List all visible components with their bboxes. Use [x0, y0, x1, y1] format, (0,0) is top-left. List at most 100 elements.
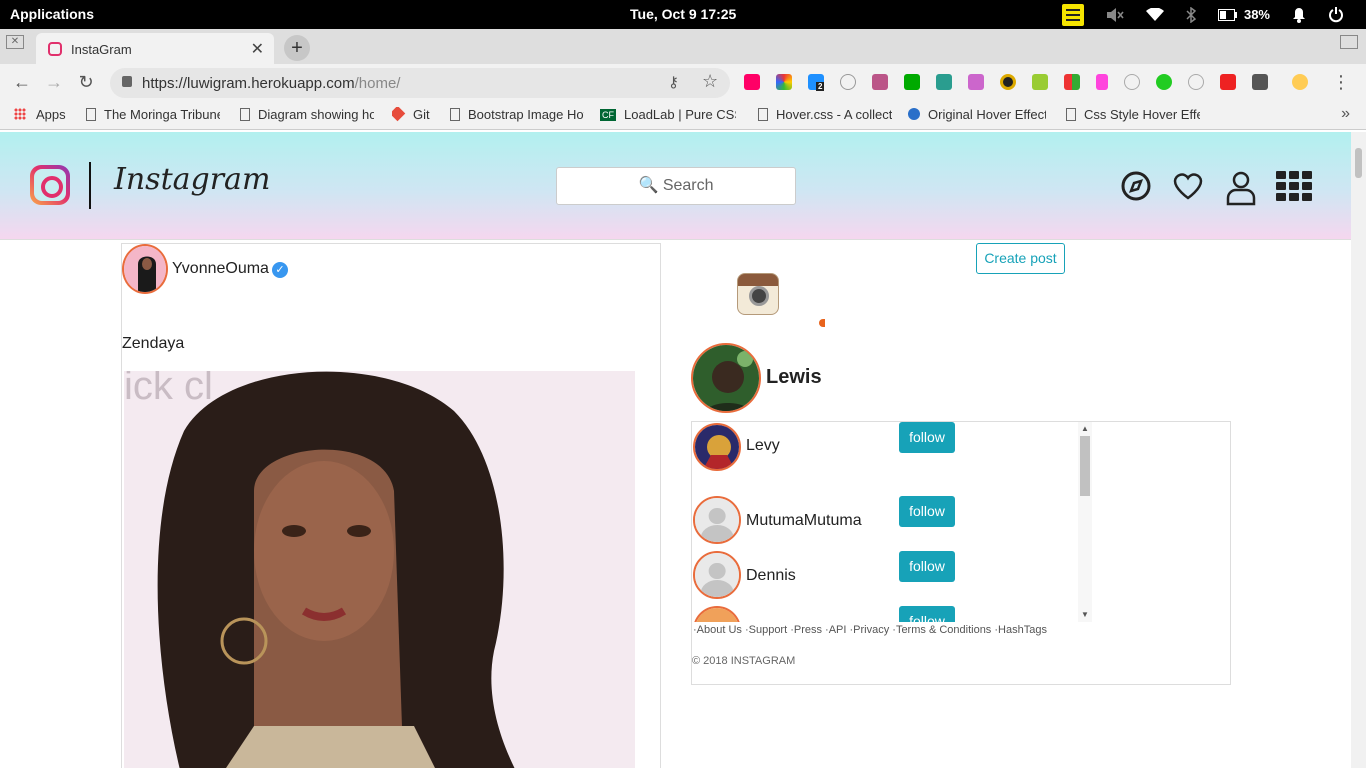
follow-button[interactable]: follow	[899, 606, 955, 622]
extension-icon[interactable]	[776, 74, 792, 90]
list-scroll-thumb[interactable]	[1080, 436, 1090, 496]
post-username[interactable]: YvonneOuma	[172, 260, 269, 278]
logo-divider	[89, 162, 91, 209]
extension-icon[interactable]	[1096, 74, 1108, 90]
bookmarks-overflow-icon[interactable]: »	[1341, 105, 1350, 123]
extension-icon[interactable]: 2	[808, 74, 825, 91]
bookmark-item[interactable]: The Moringa Tribune	[86, 107, 220, 122]
extension-icon[interactable]	[1032, 74, 1048, 90]
extension-icon[interactable]	[744, 74, 760, 90]
footer-links[interactable]: ·About Us ·Support ·Press ·API ·Privacy …	[693, 624, 1047, 636]
applications-menu[interactable]: Applications	[10, 6, 94, 22]
extension-icon[interactable]	[1124, 74, 1140, 90]
forward-arrow-icon[interactable]: →	[42, 70, 66, 94]
list-item: Levy follow	[692, 422, 1082, 472]
sticky-notes-icon[interactable]	[1061, 3, 1084, 26]
bookmark-item[interactable]: Hover.css - A collect	[758, 107, 892, 122]
back-arrow-icon[interactable]: ←	[10, 70, 34, 94]
tab-close-icon[interactable]: ✕	[251, 39, 264, 59]
compass-icon[interactable]	[1120, 170, 1152, 202]
bell-icon[interactable]	[1292, 7, 1306, 23]
wifi-icon[interactable]	[1145, 7, 1164, 22]
user-icon[interactable]	[1225, 170, 1257, 206]
bookmark-item[interactable]: Git	[392, 107, 430, 122]
scroll-up-icon[interactable]: ▲	[1081, 424, 1089, 433]
bookmark-apps[interactable]: Apps	[14, 107, 66, 122]
bookmark-label: Bootstrap Image Hov	[468, 107, 584, 122]
extension-icon[interactable]	[1000, 74, 1016, 90]
extension-icon[interactable]	[904, 74, 920, 90]
extension-icon[interactable]	[1252, 74, 1268, 90]
clock[interactable]: Tue, Oct 9 17:25	[630, 6, 736, 22]
bookmark-label: Hover.css - A collect	[776, 107, 892, 122]
heart-icon[interactable]	[1172, 170, 1204, 202]
list-item: Dennis follow	[692, 551, 1082, 601]
extension-icon[interactable]	[968, 74, 984, 90]
decorative-dot	[819, 319, 825, 327]
extension-icon[interactable]	[936, 74, 952, 90]
extension-icon[interactable]	[872, 74, 888, 90]
bookmark-item[interactable]: Css Style Hover Effe	[1066, 107, 1200, 122]
extension-icon[interactable]	[1156, 74, 1172, 90]
extension-icon[interactable]	[840, 74, 856, 90]
chrome-menu-icon[interactable]: ⋮	[1332, 72, 1350, 93]
create-post-button[interactable]: Create post	[976, 243, 1065, 274]
list-item: MutumaMutuma follow	[692, 496, 1082, 546]
battery-percent: 38%	[1243, 7, 1270, 22]
verified-badge-icon: ✓	[272, 262, 288, 278]
window-restore-icon[interactable]	[1340, 35, 1358, 49]
page-icon	[86, 108, 96, 121]
scroll-down-icon[interactable]: ▼	[1081, 610, 1089, 619]
site-header: Instagram 🔍 Search	[0, 132, 1351, 240]
suggestion-avatar[interactable]	[693, 496, 741, 544]
volume-muted-icon[interactable]	[1106, 7, 1124, 23]
suggestion-avatar[interactable]	[693, 423, 741, 471]
battery-icon[interactable]: 38%	[1217, 7, 1270, 22]
extension-icon[interactable]	[1064, 74, 1080, 90]
post-avatar[interactable]	[122, 244, 168, 294]
lock-icon	[122, 76, 132, 87]
bookmark-item[interactable]: Original Hover Effect	[908, 107, 1046, 122]
suggestions-list[interactable]: Levy follow MutumaMutuma follow Dennis f…	[692, 422, 1092, 622]
bookmark-star-icon[interactable]: ☆	[702, 71, 718, 92]
bookmark-item[interactable]: Bootstrap Image Hov	[450, 107, 584, 122]
emoji-extension-icon[interactable]	[1292, 74, 1308, 90]
bookmark-item[interactable]: Diagram showing how	[240, 107, 374, 122]
page-scroll-thumb[interactable]	[1355, 148, 1362, 178]
cf-icon: CF	[600, 109, 616, 121]
suggestion-avatar[interactable]	[693, 551, 741, 599]
bluetooth-icon[interactable]	[1186, 6, 1196, 23]
brand-wordmark[interactable]: Instagram	[114, 162, 270, 197]
key-icon[interactable]: ⚷	[668, 73, 679, 91]
post-image[interactable]: ick cl	[124, 371, 635, 768]
suggestions-panel: Levy follow MutumaMutuma follow Dennis f…	[691, 421, 1231, 685]
url-text[interactable]: https://luwigram.herokuapp.com/home/	[142, 75, 400, 92]
bookmark-item[interactable]: CF LoadLab | Pure CSS	[600, 107, 736, 122]
follow-button[interactable]: follow	[899, 422, 955, 453]
camera-icon[interactable]	[737, 273, 779, 315]
follow-button[interactable]: follow	[899, 496, 955, 527]
url-host: https://luwigram.herokuapp.com	[142, 75, 355, 92]
extension-icon[interactable]	[1220, 74, 1236, 90]
window-close-icon[interactable]: ✕	[6, 35, 24, 49]
reload-icon[interactable]: ↻	[74, 70, 98, 94]
address-bar[interactable]: https://luwigram.herokuapp.com/home/ ⚷ ☆	[110, 68, 730, 98]
suggestion-name[interactable]: MutumaMutuma	[746, 512, 862, 530]
instagram-logo-icon[interactable]	[30, 165, 70, 205]
suggestion-name[interactable]: Dennis	[746, 567, 796, 585]
suggestion-avatar[interactable]	[693, 606, 741, 622]
suggestion-name[interactable]: Levy	[746, 437, 780, 455]
power-icon[interactable]	[1328, 6, 1344, 23]
follow-button[interactable]: follow	[899, 551, 955, 582]
new-tab-button[interactable]: +	[284, 35, 310, 61]
profile-avatar[interactable]	[691, 343, 761, 413]
profile-name[interactable]: Lewis	[766, 366, 822, 389]
extension-icon[interactable]	[1188, 74, 1204, 90]
tab-instagram[interactable]: InstaGram ✕	[36, 33, 274, 64]
page-scrollbar[interactable]	[1351, 132, 1366, 768]
bookmarks-bar: Apps The Moringa Tribune Diagram showing…	[0, 101, 1366, 130]
bookmark-label: Diagram showing how	[258, 107, 374, 122]
list-scrollbar[interactable]: ▲ ▼	[1078, 422, 1092, 622]
search-input[interactable]: 🔍 Search	[556, 167, 796, 205]
apps-grid-icon[interactable]	[1276, 170, 1312, 202]
